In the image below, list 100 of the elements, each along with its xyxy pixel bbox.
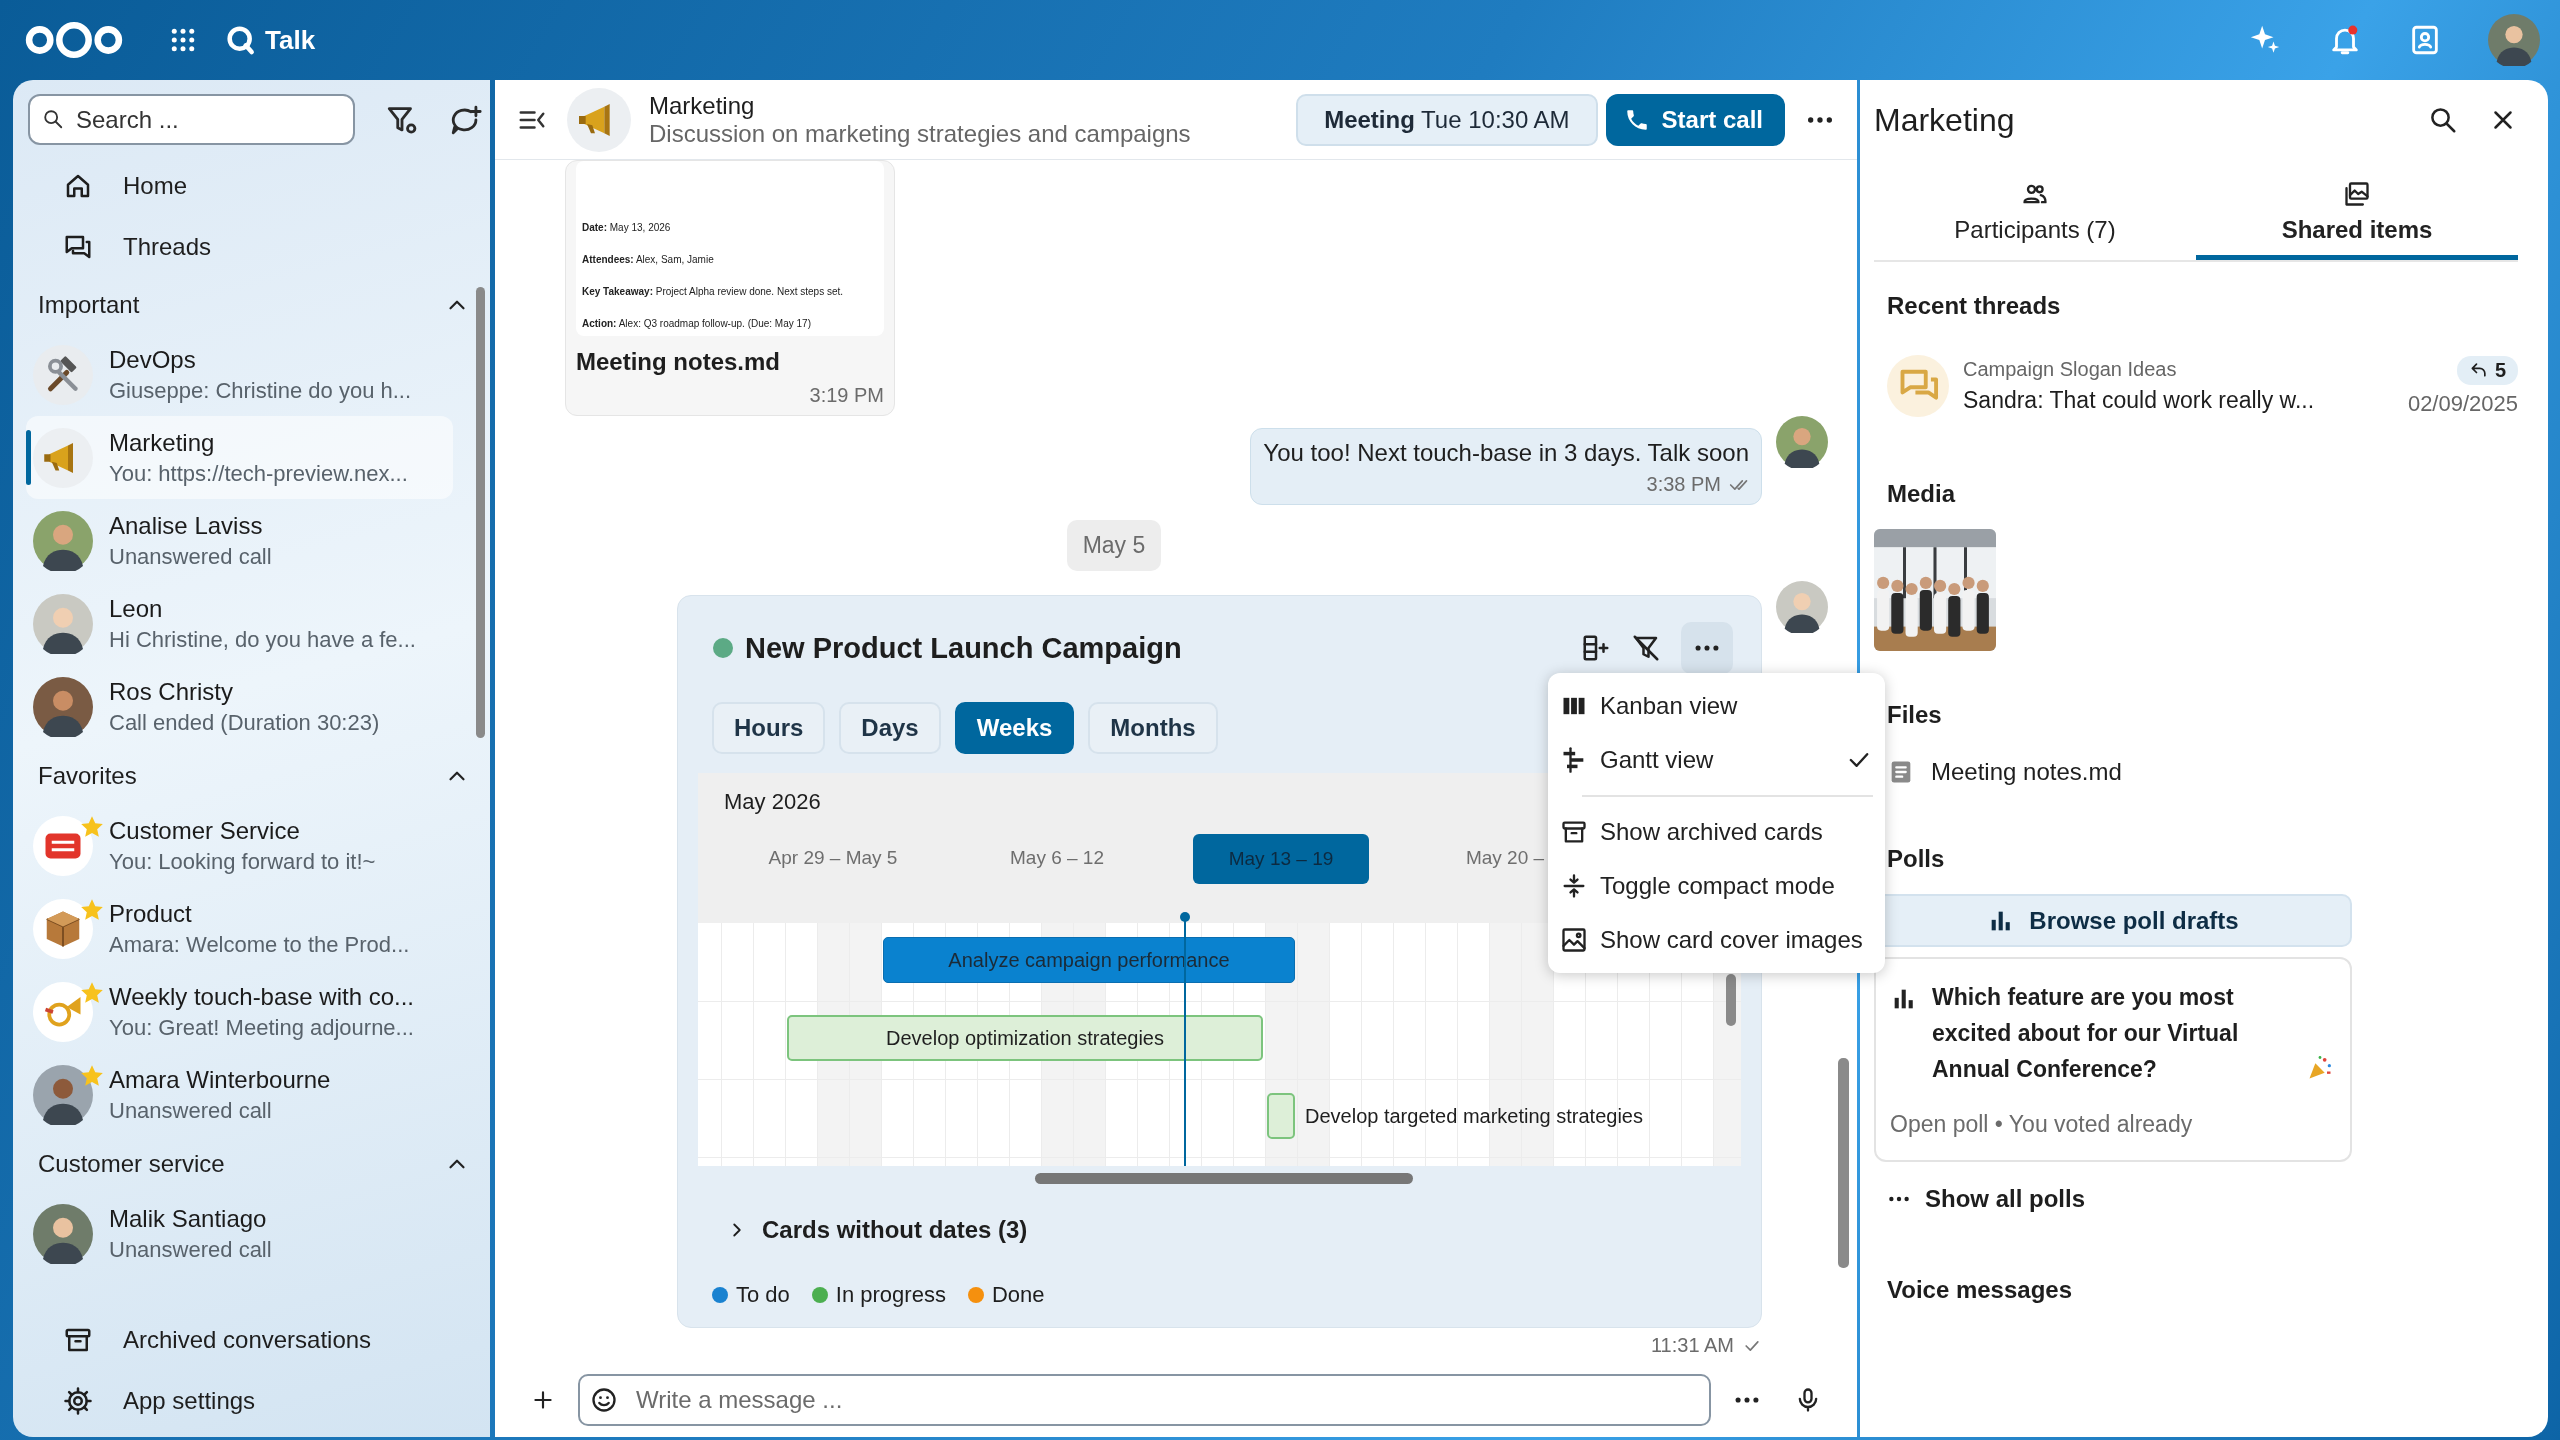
conversation-item[interactable]: Marketing You: https://tech-preview.nex... (26, 416, 453, 499)
date-separator: May 5 (1066, 520, 1162, 571)
thread-title: Campaign Slogan Ideas (1963, 358, 2178, 381)
conversation-name: Leon (109, 594, 164, 623)
person-avatar (33, 1203, 93, 1264)
last-message: Unanswered call (109, 1097, 273, 1124)
thread-date: 02/09/2025 (2407, 390, 2518, 417)
search-field[interactable]: Search ... (28, 94, 355, 145)
start-call-button[interactable]: Start call (1605, 93, 1785, 146)
person-avatar (1776, 416, 1828, 468)
preview-line: Action: Alex: Q3 roadmap follow-up. (Due: May 17) (582, 317, 812, 330)
thread-item[interactable]: Campaign Slogan Ideas Sandra: That could work really w... 5 02/09/2025 (1874, 345, 2518, 427)
section-heading: Media (1886, 480, 1957, 508)
more-icon[interactable] (1733, 1395, 1761, 1404)
poll-question: Which feature are you most excited about for our Virtual Annual Conference? (1932, 983, 2240, 1084)
week-label[interactable]: Apr 29 – May 5 (748, 834, 918, 884)
message-time: 11:31 AM (1650, 1334, 1734, 1357)
conversation-item[interactable]: Customer Service You: Looking forward to it!~ (26, 804, 453, 887)
tab[interactable]: Participants (7) (1874, 160, 2196, 260)
message-field[interactable]: Write a message ... (578, 1373, 1711, 1426)
tab[interactable]: Shared items (2196, 160, 2518, 260)
meeting-button[interactable]: Meeting Tue 10:30 AM (1296, 93, 1598, 146)
nav-item[interactable]: Archived conversations (13, 1309, 490, 1370)
chat-bubbles-avatar (1887, 355, 1949, 417)
logo[interactable] (25, 20, 123, 60)
person-avatar (33, 593, 93, 654)
conversation-title: Marketing (649, 91, 756, 120)
tools-avatar (33, 344, 93, 405)
conversation-item[interactable]: Amara Winterbourne Unanswered call (26, 1053, 453, 1136)
section-title: Customer service (38, 1150, 225, 1178)
conversation-name: Weekly touch-base with co... (109, 982, 415, 1011)
section-heading: Voice messages (1886, 1276, 2073, 1304)
show-all-polls-button[interactable]: Show all polls (1874, 1182, 2518, 1216)
zoom-tab[interactable]: Days (839, 702, 941, 754)
file-name: Meeting notes.md (1931, 758, 2122, 786)
conversation-item[interactable]: Malik Santiago Unanswered call (26, 1192, 453, 1275)
file-name: Meeting notes.md (576, 348, 781, 376)
image-icon (1560, 926, 1588, 954)
scrollbar-thumb[interactable] (476, 287, 485, 738)
menu-label: Gantt view (1600, 746, 1714, 774)
conversation-item[interactable]: Weekly touch-base with co... You: Great! Meeting adjourne... (26, 970, 453, 1053)
section-title: Important (38, 291, 140, 319)
megaphone-avatar (567, 87, 631, 152)
add-column-icon[interactable] (1581, 633, 1611, 663)
board-title: New Product Launch Campaign (745, 631, 1182, 665)
last-message: Giuseppe: Christine do you h... (109, 377, 412, 404)
conversation-item[interactable]: Leon Hi Christine, do you have a fe... (26, 582, 453, 665)
legend-label: To do (736, 1282, 790, 1308)
search-icon[interactable] (2428, 105, 2458, 135)
megaphone-avatar (33, 427, 93, 488)
conversation-name: Marketing (109, 428, 216, 457)
talk-app-icon[interactable] (225, 24, 257, 56)
thread-preview: Sandra: That could work really w... (1963, 387, 2316, 414)
last-message: Call ended (Duration 30:23) (109, 709, 380, 736)
gantt-bar[interactable]: Develop optimization strategies (787, 1015, 1263, 1061)
person-avatar (1776, 581, 1828, 633)
gantt-bar[interactable]: Analyze campaign performance (883, 937, 1295, 983)
conversation-name: Customer Service (109, 816, 301, 845)
conversation-description: Discussion on marketing strategies and campaigns (649, 119, 1192, 148)
file-message[interactable]: Date: May 13, 2026 Attendees: Alex, Sam, Jamie Key Takeaway: Project Alpha review done. Next steps set. Action: Alex: Q3 roadmap follow-up. (Due: May 17) Meeting notes.md 3:19 PM (565, 160, 895, 416)
reply-count: 5 (2494, 358, 2506, 382)
gallery-icon (2343, 179, 2371, 208)
conversation-item[interactable]: Ros Christy Call ended (Duration 30:23) (26, 665, 453, 748)
more-icon (1887, 1195, 1911, 1203)
emoji-icon[interactable] (590, 1385, 618, 1414)
conversation-item[interactable]: DevOps Giuseppe: Christine do you h... (26, 333, 453, 416)
filter-off-icon[interactable] (1631, 633, 1661, 663)
scrollbar-thumb[interactable] (1726, 974, 1736, 1026)
package-avatar (33, 898, 93, 959)
conversation-name: Malik Santiago (109, 1204, 268, 1233)
scrollbar-thumb[interactable] (1035, 1173, 1413, 1184)
poll-card[interactable]: Which feature are you most excited about for our Virtual Annual Conference? Open poll • You voted already (1874, 957, 2352, 1162)
last-message: You: Looking forward to it!~ (109, 848, 376, 875)
nav-label: App settings (123, 1386, 256, 1415)
scrollbar-thumb[interactable] (1838, 1058, 1849, 1268)
section-heading: Files (1886, 701, 1943, 729)
section-heading: Recent threads (1886, 292, 2062, 320)
app-name[interactable]: Talk (265, 24, 316, 56)
last-message: Unanswered call (109, 1236, 272, 1263)
legend-label: Done (991, 1282, 1045, 1308)
horn-avatar (33, 981, 93, 1042)
person-avatar[interactable] (2488, 14, 2540, 66)
conversation-item[interactable]: Product Amara: Welcome to the Prod... (26, 887, 453, 970)
zoom-tab[interactable]: Weeks (954, 702, 1075, 754)
zoom-tab[interactable]: Hours (712, 702, 826, 754)
menu-item[interactable]: Show archived cards (1548, 805, 1885, 859)
zoom-tab[interactable]: Months (1088, 702, 1218, 754)
nav-item[interactable]: Threads (13, 216, 490, 277)
cards-without-dates-toggle[interactable]: Cards without dates (3) (698, 1205, 1034, 1255)
nav-item[interactable]: App settings (13, 1370, 490, 1431)
week-label[interactable]: May 6 – 12 (990, 834, 1124, 884)
more-button[interactable] (1681, 622, 1733, 674)
nav-item[interactable]: Home (13, 155, 490, 216)
panel-title: Marketing (1874, 101, 2016, 139)
preview-line: Key Takeaway: Project Alpha review done. Next steps set. (582, 285, 845, 298)
message-text: You too! Next touch-base in 3 days. Talk soon (1263, 439, 1749, 467)
conversation-item[interactable]: Analise Laviss Unanswered call (26, 499, 453, 582)
nav-label: Archived conversations (123, 1325, 372, 1354)
more-icon[interactable] (1805, 115, 1835, 124)
menu-item[interactable]: Kanban view (1548, 679, 1885, 733)
